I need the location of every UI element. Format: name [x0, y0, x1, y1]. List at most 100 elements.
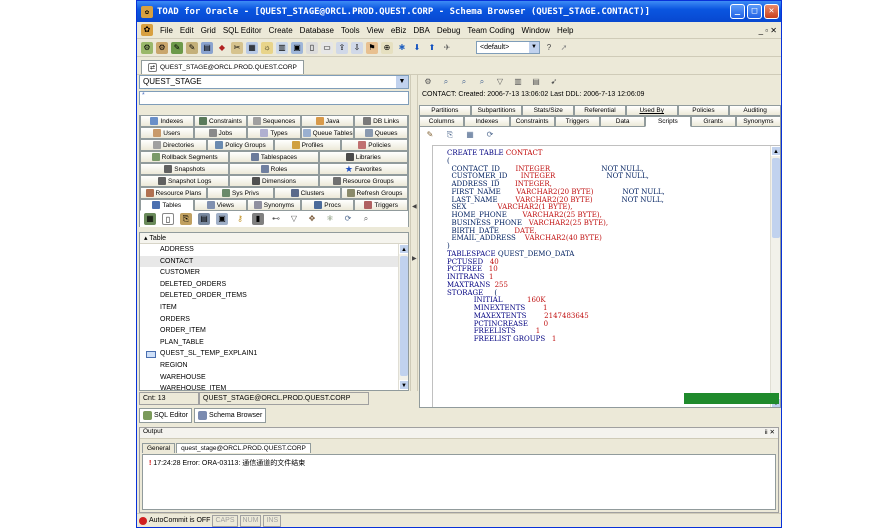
table-row[interactable]: REGION	[140, 360, 408, 372]
tab-policies[interactable]: Policies	[677, 105, 730, 116]
table-row[interactable]: DELETED_ORDERS	[140, 279, 408, 291]
tab-java[interactable]: Java	[300, 115, 355, 127]
procedure-editor-icon[interactable]: ✎	[186, 41, 198, 54]
tab-triggers[interactable]: Triggers	[354, 199, 408, 211]
tab-tablespaces[interactable]: Tablespaces	[229, 151, 319, 163]
menu-edit[interactable]: Edit	[180, 26, 194, 35]
rollback-icon[interactable]: ⬆	[426, 42, 438, 54]
tab-db-links[interactable]: DB Links	[354, 115, 408, 127]
table-row[interactable]: QUEST_SL_TEMP_EXPLAIN1	[140, 348, 408, 360]
tab-used-by[interactable]: Used By	[625, 105, 678, 116]
default-combo[interactable]: <default> ▼	[476, 41, 540, 54]
tab-views[interactable]: Views	[193, 199, 248, 211]
tab-snapshot-logs[interactable]: Snapshot Logs	[140, 175, 230, 187]
tab-users[interactable]: Users	[140, 127, 194, 139]
menu-ebiz[interactable]: eBiz	[391, 26, 407, 35]
star-icon[interactable]: ✱	[396, 42, 408, 54]
rebuild-icon[interactable]: ✥	[306, 213, 318, 225]
table-row[interactable]: CUSTOMER	[140, 267, 408, 279]
menu-team-coding[interactable]: Team Coding	[467, 26, 514, 35]
menu-debug[interactable]: Debug	[437, 26, 461, 35]
tab-referential[interactable]: Referential	[574, 105, 626, 116]
tab-roles[interactable]: Roles	[229, 163, 319, 175]
window-sql-editor[interactable]: SQL Editor	[139, 407, 192, 423]
search-icon[interactable]: ⌕	[360, 213, 372, 225]
script-scrollbar[interactable]: ▲ ▼	[770, 146, 780, 407]
wand-icon[interactable]: ➹	[548, 76, 560, 88]
grid-icon[interactable]: ▥	[276, 41, 288, 54]
session-icon[interactable]: ☼	[261, 41, 273, 54]
tab-sequences[interactable]: Sequences	[247, 115, 301, 127]
tab-grants[interactable]: Grants	[690, 116, 736, 127]
autocommit-status[interactable]: AutoCommit is OFF	[149, 517, 210, 524]
tab-synonyms[interactable]: Synonyms	[735, 116, 781, 127]
list-scrollbar[interactable]: ▲ ▼	[398, 244, 408, 390]
tab-policies[interactable]: Policies	[341, 139, 408, 151]
key-icon[interactable]: ⚷	[234, 213, 246, 225]
autocommit-icon[interactable]	[139, 516, 147, 525]
schema-select[interactable]: QUEST_STAGE ▼	[139, 75, 409, 89]
script-icon[interactable]: ▭	[321, 41, 333, 54]
tab-snapshots[interactable]: Snapshots	[140, 163, 230, 175]
script-save-icon[interactable]: ▦	[464, 129, 476, 141]
menu-window[interactable]: Window	[522, 26, 550, 35]
tab-triggers[interactable]: Triggers	[554, 116, 600, 127]
title-bar[interactable]: ✿ TOAD for Oracle - [QUEST_STAGE@ORCL.PR…	[137, 1, 781, 22]
table-row[interactable]: WAREHOUSE_ITEM	[140, 383, 408, 390]
menu-sql-editor[interactable]: SQL Editor	[223, 26, 262, 35]
import-icon[interactable]: ⇩	[351, 41, 363, 54]
table-row[interactable]: PLAN_TABLE	[140, 337, 408, 349]
explain-icon[interactable]: ▦	[246, 41, 258, 54]
table-row[interactable]: WAREHOUSE	[140, 372, 408, 384]
pin-icon[interactable]: ✈	[441, 42, 453, 54]
options-icon[interactable]: ⚙	[422, 76, 434, 88]
tab-libraries[interactable]: Libraries	[318, 151, 408, 163]
tab-resource-groups[interactable]: Resource Groups	[318, 175, 408, 187]
menu-view[interactable]: View	[367, 26, 384, 35]
sql-editor-icon[interactable]: ✎	[171, 41, 183, 54]
tab-auditing[interactable]: Auditing	[729, 105, 781, 116]
menu-create[interactable]: Create	[269, 26, 293, 35]
tab-rollback-segments[interactable]: Rollback Segments	[140, 151, 230, 163]
tab-types[interactable]: Types	[247, 127, 301, 139]
window-schema-browser[interactable]: Schema Browser	[193, 407, 267, 423]
collapse-left-icon[interactable]: ◀	[412, 203, 417, 210]
table-row[interactable]: ORDER_ITEM	[140, 325, 408, 337]
mdi-controls[interactable]: _ ▫ ✕	[759, 26, 777, 35]
columns-icon[interactable]: ▥	[512, 76, 524, 88]
script-options-icon[interactable]: ✎	[424, 129, 436, 141]
toad-menu-icon[interactable]: ✿	[141, 24, 153, 36]
menu-database[interactable]: Database	[300, 26, 334, 35]
object-filter-input[interactable]: *	[139, 91, 409, 105]
copy-table-icon[interactable]: ⎘	[180, 213, 192, 225]
find-icon[interactable]: ⌕	[440, 76, 452, 88]
pane-splitter[interactable]: ◀ ▶	[410, 75, 418, 391]
new-connection-icon[interactable]: ⚙	[141, 41, 153, 54]
tab-procs[interactable]: Procs	[300, 199, 355, 211]
tools-icon[interactable]: ✂	[231, 41, 243, 54]
find-next-icon[interactable]: ⌕	[458, 76, 470, 88]
drop-icon[interactable]: ▮	[252, 213, 264, 225]
analyze-icon[interactable]: ⊷	[270, 213, 282, 225]
menu-dba[interactable]: DBA	[413, 26, 429, 35]
table-row[interactable]: CONTACT	[140, 255, 408, 268]
scroll-thumb[interactable]	[772, 158, 780, 238]
tab-constraints[interactable]: Constraints	[509, 116, 555, 127]
scroll-up-icon[interactable]: ▲	[771, 146, 780, 156]
list-header[interactable]: ▴ Table	[140, 233, 408, 244]
script-editor[interactable]: CREATE TABLE CONTACT ( CONTACT_ID INTEGE…	[432, 145, 780, 407]
tab-refresh-groups[interactable]: Refresh Groups	[341, 187, 408, 199]
tab-constraints[interactable]: Constraints	[193, 115, 248, 127]
menu-tools[interactable]: Tools	[341, 26, 360, 35]
report-icon[interactable]: ▣	[291, 41, 303, 54]
tab-data[interactable]: Data	[600, 116, 646, 127]
filter-icon[interactable]: ▽	[288, 213, 300, 225]
tab-policy-groups[interactable]: Policy Groups	[207, 139, 274, 151]
tab-jobs[interactable]: Jobs	[193, 127, 248, 139]
tab-indexes[interactable]: Indexes	[140, 115, 194, 127]
scroll-up-icon[interactable]: ▲	[399, 244, 408, 254]
tab-columns[interactable]: Columns	[419, 116, 465, 127]
database-icon[interactable]: ▯	[306, 41, 318, 54]
refresh-icon[interactable]: ⟳	[342, 213, 354, 225]
collapse-right-icon[interactable]: ▶	[412, 255, 417, 262]
